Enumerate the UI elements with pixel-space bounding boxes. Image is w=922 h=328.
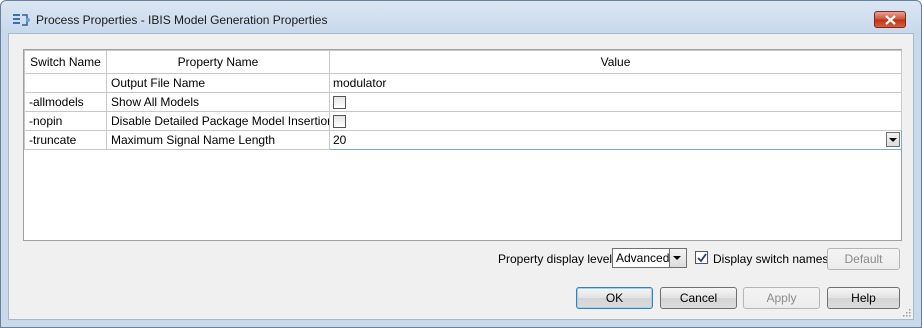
- property-cell: Output File Name: [106, 73, 330, 93]
- max-signal-name-length-combo[interactable]: 20: [329, 130, 902, 150]
- window-title: Process Properties - IBIS Model Generati…: [36, 13, 328, 27]
- property-display-level-select[interactable]: Advanced: [612, 248, 687, 268]
- table-row: -allmodels Show All Models: [24, 92, 902, 112]
- close-button[interactable]: [874, 11, 906, 28]
- chevron-down-icon: [673, 256, 681, 260]
- switch-cell: [24, 73, 107, 93]
- disable-package-model-checkbox[interactable]: [333, 115, 346, 129]
- table-header-row: Switch Name Property Name Value: [24, 50, 902, 74]
- display-switch-names-checkbox[interactable]: [695, 251, 708, 264]
- checkmark-icon: [697, 253, 707, 263]
- switch-cell: -allmodels: [24, 92, 107, 112]
- table-row: -nopin Disable Detailed Package Model In…: [24, 111, 902, 131]
- level-select-value: Advanced: [616, 251, 670, 265]
- table-row: -truncate Maximum Signal Name Length 20: [24, 130, 902, 150]
- column-header-value[interactable]: Value: [329, 50, 902, 74]
- dialog-client-area: Switch Name Property Name Value Output F…: [8, 33, 914, 320]
- property-cell: Maximum Signal Name Length: [106, 130, 330, 150]
- ok-button[interactable]: OK: [576, 287, 653, 309]
- property-display-level-label: Property display level:: [498, 252, 616, 266]
- switch-cell: -truncate: [24, 130, 107, 150]
- switch-cell: -nopin: [24, 111, 107, 131]
- output-file-name-input[interactable]: modulator: [329, 73, 902, 93]
- property-cell: Show All Models: [106, 92, 330, 112]
- property-cell: Disable Detailed Package Model Insertion: [106, 111, 330, 131]
- help-button[interactable]: Help: [827, 287, 900, 309]
- cancel-button[interactable]: Cancel: [660, 287, 737, 309]
- process-properties-icon: [13, 13, 31, 27]
- value-cell: [329, 92, 902, 112]
- level-dropdown-button[interactable]: [669, 249, 686, 267]
- combo-dropdown-button[interactable]: [886, 132, 900, 147]
- resize-grip-icon[interactable]: [901, 307, 911, 317]
- apply-button[interactable]: Apply: [743, 287, 820, 309]
- column-header-switch-name[interactable]: Switch Name: [24, 50, 107, 74]
- value-cell: [329, 111, 902, 131]
- close-icon: [885, 15, 896, 25]
- show-all-models-checkbox[interactable]: [333, 96, 346, 110]
- dialog-window: Process Properties - IBIS Model Generati…: [0, 0, 922, 328]
- combo-value: 20: [333, 133, 347, 147]
- property-grid: Switch Name Property Name Value Output F…: [23, 49, 902, 241]
- default-button[interactable]: Default: [827, 248, 900, 270]
- title-bar[interactable]: Process Properties - IBIS Model Generati…: [1, 1, 921, 35]
- column-header-property-name[interactable]: Property Name: [106, 50, 330, 74]
- chevron-down-icon: [889, 138, 897, 142]
- table-row: Output File Name modulator: [24, 73, 902, 93]
- display-switch-names-label: Display switch names: [713, 252, 829, 266]
- property-table: Switch Name Property Name Value Output F…: [24, 50, 902, 150]
